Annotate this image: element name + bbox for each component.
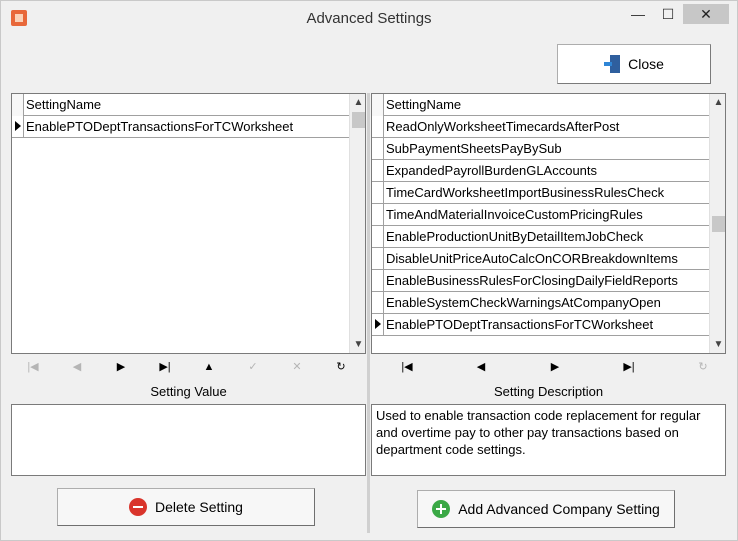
setting-value-label: Setting Value <box>150 384 227 399</box>
panel-splitter[interactable] <box>367 93 370 533</box>
delete-setting-button[interactable]: Delete Setting <box>57 488 315 526</box>
table-row[interactable]: EnableSystemCheckWarningsAtCompanyOpen <box>372 292 709 314</box>
last-record-button[interactable]: ▶| <box>607 356 651 378</box>
scroll-thumb[interactable] <box>712 216 725 232</box>
table-row[interactable]: EnablePTODeptTransactionsForTCWorksheet <box>12 116 349 138</box>
refresh-button[interactable]: ↻ <box>681 356 725 378</box>
next-record-button[interactable]: ▶ <box>533 356 577 378</box>
setting-name-cell[interactable]: TimeCardWorksheetImportBusinessRulesChec… <box>386 185 664 200</box>
row-selector[interactable] <box>372 204 384 225</box>
grid-rows: ReadOnlyWorksheetTimecardsAfterPost SubPa… <box>372 116 709 336</box>
row-selector[interactable] <box>372 116 384 137</box>
table-row[interactable]: SubPaymentSheetsPayBySub <box>372 138 709 160</box>
last-record-button[interactable]: ▶| <box>143 356 187 378</box>
delete-setting-label: Delete Setting <box>155 499 243 515</box>
add-setting-label: Add Advanced Company Setting <box>458 501 660 517</box>
row-selector[interactable] <box>372 160 384 181</box>
table-row[interactable]: EnablePTODeptTransactionsForTCWorksheet <box>372 314 709 336</box>
grid-rows: EnablePTODeptTransactionsForTCWorksheet <box>12 116 349 138</box>
refresh-button[interactable]: ↻ <box>319 356 363 378</box>
grid-header[interactable]: SettingName <box>372 94 709 116</box>
scroll-down-icon[interactable]: ▼ <box>350 336 365 353</box>
exit-door-icon <box>604 55 621 73</box>
setting-name-cell[interactable]: TimeAndMaterialInvoiceCustomPricingRules <box>386 207 643 222</box>
row-selector[interactable] <box>372 138 384 159</box>
insert-record-button[interactable]: ▲ <box>187 356 231 378</box>
close-button-label: Close <box>628 56 664 72</box>
scroll-up-icon[interactable]: ▲ <box>710 94 725 111</box>
minus-circle-icon <box>129 498 148 516</box>
table-row[interactable]: EnableProductionUnitByDetailItemJobCheck <box>372 226 709 248</box>
window-close-button[interactable]: ✕ <box>683 4 729 24</box>
available-settings-grid[interactable]: SettingName ReadOnlyWorksheetTimecardsAf… <box>371 93 726 354</box>
scroll-down-icon[interactable]: ▼ <box>710 336 725 353</box>
first-record-button[interactable]: |◀ <box>385 356 429 378</box>
add-setting-button[interactable]: Add Advanced Company Setting <box>417 490 675 528</box>
vertical-scrollbar[interactable]: ▲ ▼ <box>349 94 365 353</box>
current-row-indicator-icon[interactable] <box>12 116 24 137</box>
vertical-scrollbar[interactable]: ▲ ▼ <box>709 94 725 353</box>
current-row-indicator-icon[interactable] <box>372 314 384 335</box>
advanced-settings-window: Advanced Settings — ☐ ✕ Close SettingNam… <box>0 0 738 541</box>
previous-record-button[interactable]: ◀ <box>55 356 99 378</box>
setting-value-field[interactable] <box>11 404 366 476</box>
first-record-button[interactable]: |◀ <box>11 356 55 378</box>
table-row[interactable]: TimeCardWorksheetImportBusinessRulesChec… <box>372 182 709 204</box>
right-navigator: |◀ ◀ ▶ ▶| ↻ <box>385 356 725 378</box>
minimize-button[interactable]: — <box>625 4 651 24</box>
grid-header[interactable]: SettingName <box>12 94 349 116</box>
maximize-button[interactable]: ☐ <box>655 4 681 24</box>
setting-name-cell[interactable]: SubPaymentSheetsPayBySub <box>386 141 562 156</box>
setting-name-cell[interactable]: EnableBusinessRulesForClosingDailyFieldR… <box>386 273 678 288</box>
post-edit-button[interactable]: ✓ <box>231 356 275 378</box>
setting-name-cell[interactable]: EnablePTODeptTransactionsForTCWorksheet <box>26 119 293 134</box>
setting-name-cell[interactable]: ReadOnlyWorksheetTimecardsAfterPost <box>386 119 619 134</box>
row-selector[interactable] <box>372 182 384 203</box>
column-header-settingname[interactable]: SettingName <box>386 97 461 112</box>
setting-name-cell[interactable]: ExpandedPayrollBurdenGLAccounts <box>386 163 597 178</box>
setting-name-cell[interactable]: DisableUnitPriceAutoCalcOnCORBreakdownIt… <box>386 251 678 266</box>
column-header-settingname[interactable]: SettingName <box>26 97 101 112</box>
setting-description-label: Setting Description <box>493 384 604 399</box>
table-row[interactable]: ExpandedPayrollBurdenGLAccounts <box>372 160 709 182</box>
table-row[interactable]: EnableBusinessRulesForClosingDailyFieldR… <box>372 270 709 292</box>
next-record-button[interactable]: ▶ <box>99 356 143 378</box>
close-button[interactable]: Close <box>557 44 711 84</box>
plus-circle-icon <box>432 500 451 518</box>
cancel-edit-button[interactable]: ✕ <box>275 356 319 378</box>
row-selector[interactable] <box>372 248 384 269</box>
row-selector[interactable] <box>372 292 384 313</box>
selected-settings-grid[interactable]: SettingName EnablePTODeptTransactionsFor… <box>11 93 366 354</box>
table-row[interactable]: TimeAndMaterialInvoiceCustomPricingRules <box>372 204 709 226</box>
setting-name-cell[interactable]: EnableSystemCheckWarningsAtCompanyOpen <box>386 295 661 310</box>
setting-description-text: Used to enable transaction code replacem… <box>371 404 726 476</box>
previous-record-button[interactable]: ◀ <box>459 356 503 378</box>
setting-name-cell[interactable]: EnableProductionUnitByDetailItemJobCheck <box>386 229 643 244</box>
scroll-thumb[interactable] <box>352 112 365 128</box>
left-navigator: |◀ ◀ ▶ ▶| ▲ ✓ ✕ ↻ <box>11 356 366 378</box>
title-bar[interactable]: Advanced Settings — ☐ ✕ <box>1 1 737 34</box>
setting-name-cell[interactable]: EnablePTODeptTransactionsForTCWorksheet <box>386 317 653 332</box>
table-row[interactable]: ReadOnlyWorksheetTimecardsAfterPost <box>372 116 709 138</box>
table-row[interactable]: DisableUnitPriceAutoCalcOnCORBreakdownIt… <box>372 248 709 270</box>
row-selector[interactable] <box>372 270 384 291</box>
scroll-up-icon[interactable]: ▲ <box>350 94 365 111</box>
row-selector[interactable] <box>372 226 384 247</box>
